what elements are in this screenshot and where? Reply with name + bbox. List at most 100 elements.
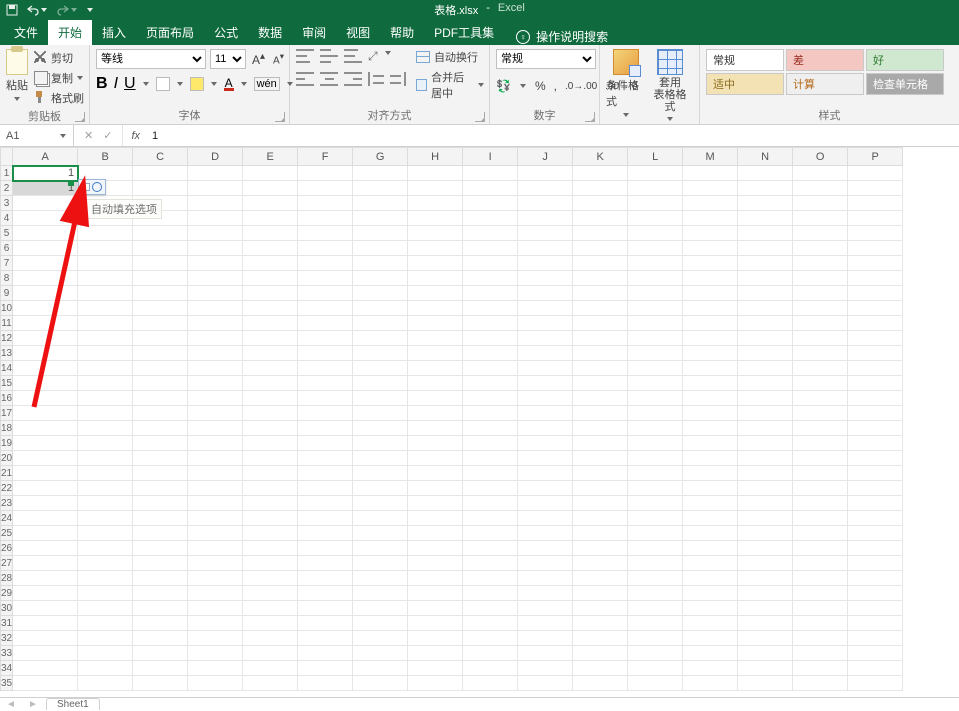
cell-O10[interactable] [793, 301, 848, 316]
cell-I1[interactable] [463, 166, 518, 181]
cell-D13[interactable] [188, 346, 243, 361]
cell-D28[interactable] [188, 571, 243, 586]
cell-P5[interactable] [848, 226, 903, 241]
confirm-button[interactable]: ✓ [103, 129, 112, 142]
cell-B24[interactable] [78, 511, 133, 526]
cell-L12[interactable] [628, 331, 683, 346]
cell-L35[interactable] [628, 676, 683, 691]
cell-N2[interactable] [738, 181, 793, 196]
cell-H4[interactable] [408, 211, 463, 226]
cell-D29[interactable] [188, 586, 243, 601]
cell-C31[interactable] [133, 616, 188, 631]
row-header-9[interactable]: 9 [1, 286, 13, 301]
cell-O20[interactable] [793, 451, 848, 466]
cell-I15[interactable] [463, 376, 518, 391]
cell-E6[interactable] [243, 241, 298, 256]
col-header-E[interactable]: E [243, 148, 298, 166]
cell-H9[interactable] [408, 286, 463, 301]
cell-I8[interactable] [463, 271, 518, 286]
cell-I11[interactable] [463, 316, 518, 331]
style-calc[interactable]: 计算 [786, 73, 864, 95]
conditional-format-button[interactable]: 条件格式 [606, 49, 646, 119]
cell-H29[interactable] [408, 586, 463, 601]
cell-L31[interactable] [628, 616, 683, 631]
cell-J1[interactable] [518, 166, 573, 181]
cell-O4[interactable] [793, 211, 848, 226]
cell-A35[interactable] [13, 676, 78, 691]
cell-G19[interactable] [353, 436, 408, 451]
cut-button[interactable]: 剪切 [32, 49, 86, 67]
cell-A10[interactable] [13, 301, 78, 316]
row-header-24[interactable]: 24 [1, 511, 13, 526]
cell-G17[interactable] [353, 406, 408, 421]
cell-H3[interactable] [408, 196, 463, 211]
cell-A16[interactable] [13, 391, 78, 406]
style-moderate[interactable]: 适中 [706, 73, 784, 95]
cell-I35[interactable] [463, 676, 518, 691]
cell-P4[interactable] [848, 211, 903, 226]
font-launcher[interactable] [275, 112, 285, 122]
cell-I34[interactable] [463, 661, 518, 676]
cell-M31[interactable] [683, 616, 738, 631]
cell-H27[interactable] [408, 556, 463, 571]
cell-G12[interactable] [353, 331, 408, 346]
cell-E30[interactable] [243, 601, 298, 616]
cell-F15[interactable] [298, 376, 353, 391]
cell-G7[interactable] [353, 256, 408, 271]
col-header-G[interactable]: G [353, 148, 408, 166]
cell-B6[interactable] [78, 241, 133, 256]
cell-I2[interactable] [463, 181, 518, 196]
autofill-options-button[interactable] [78, 179, 106, 195]
align-middle-button[interactable] [320, 49, 338, 63]
cell-O32[interactable] [793, 631, 848, 646]
cell-E15[interactable] [243, 376, 298, 391]
cell-O5[interactable] [793, 226, 848, 241]
cell-B11[interactable] [78, 316, 133, 331]
cell-E11[interactable] [243, 316, 298, 331]
undo-icon[interactable] [26, 4, 48, 16]
cell-C22[interactable] [133, 481, 188, 496]
cell-H5[interactable] [408, 226, 463, 241]
cell-P31[interactable] [848, 616, 903, 631]
cell-H11[interactable] [408, 316, 463, 331]
increase-font-button[interactable]: A▴ [250, 51, 267, 67]
cell-E25[interactable] [243, 526, 298, 541]
cell-H28[interactable] [408, 571, 463, 586]
wrap-text-button[interactable]: 自动换行 [416, 49, 483, 65]
cell-C5[interactable] [133, 226, 188, 241]
border-button[interactable] [156, 77, 170, 91]
cell-N8[interactable] [738, 271, 793, 286]
cell-L21[interactable] [628, 466, 683, 481]
cell-K5[interactable] [573, 226, 628, 241]
cell-P30[interactable] [848, 601, 903, 616]
cell-C15[interactable] [133, 376, 188, 391]
cell-N32[interactable] [738, 631, 793, 646]
cell-J9[interactable] [518, 286, 573, 301]
cell-K10[interactable] [573, 301, 628, 316]
cell-L28[interactable] [628, 571, 683, 586]
cell-E31[interactable] [243, 616, 298, 631]
cell-J13[interactable] [518, 346, 573, 361]
cell-E33[interactable] [243, 646, 298, 661]
cell-G18[interactable] [353, 421, 408, 436]
cell-H7[interactable] [408, 256, 463, 271]
cell-C20[interactable] [133, 451, 188, 466]
row-header-25[interactable]: 25 [1, 526, 13, 541]
cell-F32[interactable] [298, 631, 353, 646]
cell-K22[interactable] [573, 481, 628, 496]
cell-M26[interactable] [683, 541, 738, 556]
cell-B29[interactable] [78, 586, 133, 601]
cell-M18[interactable] [683, 421, 738, 436]
cell-P32[interactable] [848, 631, 903, 646]
cell-L19[interactable] [628, 436, 683, 451]
align-bottom-button[interactable] [344, 49, 362, 63]
cell-H17[interactable] [408, 406, 463, 421]
cell-K25[interactable] [573, 526, 628, 541]
cell-M15[interactable] [683, 376, 738, 391]
cell-C9[interactable] [133, 286, 188, 301]
cell-C29[interactable] [133, 586, 188, 601]
style-bad[interactable]: 差 [786, 49, 864, 71]
cell-J21[interactable] [518, 466, 573, 481]
cell-L10[interactable] [628, 301, 683, 316]
number-launcher[interactable] [585, 112, 595, 122]
